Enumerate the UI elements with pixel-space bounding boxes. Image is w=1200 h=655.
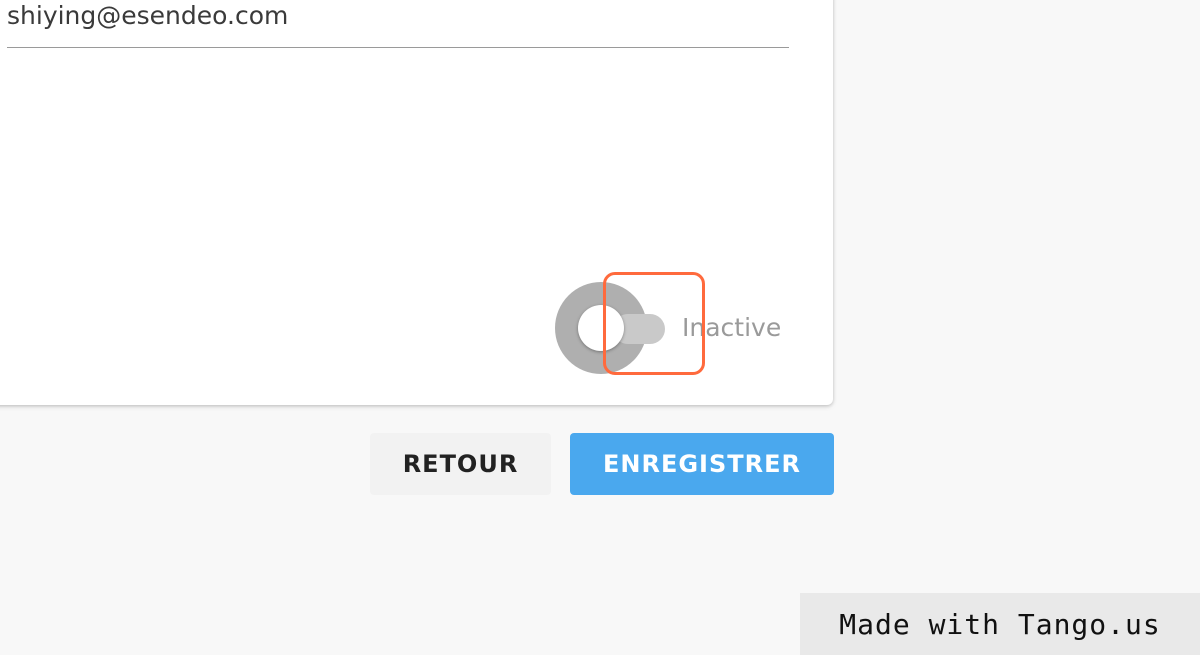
back-button[interactable]: RETOUR [370, 433, 551, 495]
toggle-knob[interactable] [578, 305, 624, 351]
save-button[interactable]: ENREGISTRER [570, 433, 834, 495]
email-field[interactable] [7, 0, 789, 48]
tango-watermark: Made with Tango.us [800, 593, 1200, 655]
page: Inactive RETOUR ENREGISTRER Made with Ta… [0, 0, 1200, 655]
status-toggle[interactable]: Inactive [555, 282, 805, 374]
watermark-text: Made with Tango.us [839, 607, 1161, 641]
status-label: Inactive [682, 313, 782, 342]
